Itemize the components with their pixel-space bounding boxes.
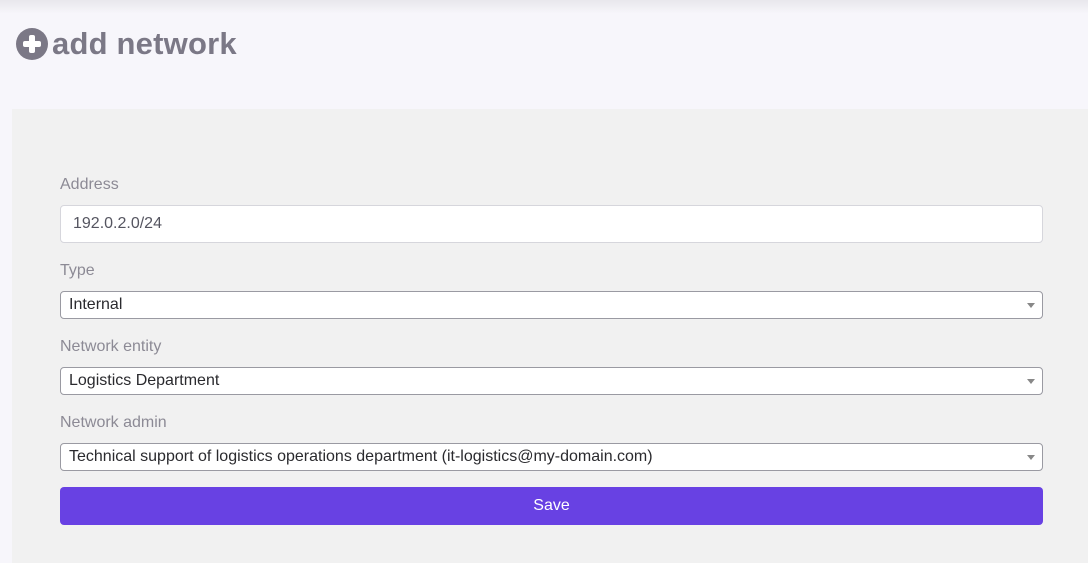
plus-circle-icon (16, 28, 48, 60)
chevron-down-icon (1027, 302, 1035, 308)
type-select-value: Internal (69, 296, 123, 313)
network-entity-select[interactable]: Logistics Department (60, 367, 1043, 395)
network-entity-label: Network entity (60, 338, 162, 355)
top-shadow (0, 0, 1088, 14)
network-admin-label: Network admin (60, 414, 167, 431)
network-entity-select-value: Logistics Department (69, 372, 220, 389)
page-title: add network (52, 26, 237, 61)
save-button[interactable]: Save (60, 487, 1043, 525)
address-input[interactable] (60, 205, 1043, 243)
page-header: add network (16, 24, 237, 64)
chevron-down-icon (1027, 378, 1035, 384)
address-label: Address (60, 176, 119, 193)
network-admin-select[interactable]: Technical support of logistics operation… (60, 443, 1043, 471)
network-admin-select-value: Technical support of logistics operation… (69, 448, 653, 465)
network-form: Address Type Internal Network entity Log… (12, 109, 1088, 563)
type-select[interactable]: Internal (60, 291, 1043, 319)
type-label: Type (60, 262, 95, 279)
chevron-down-icon (1027, 454, 1035, 460)
